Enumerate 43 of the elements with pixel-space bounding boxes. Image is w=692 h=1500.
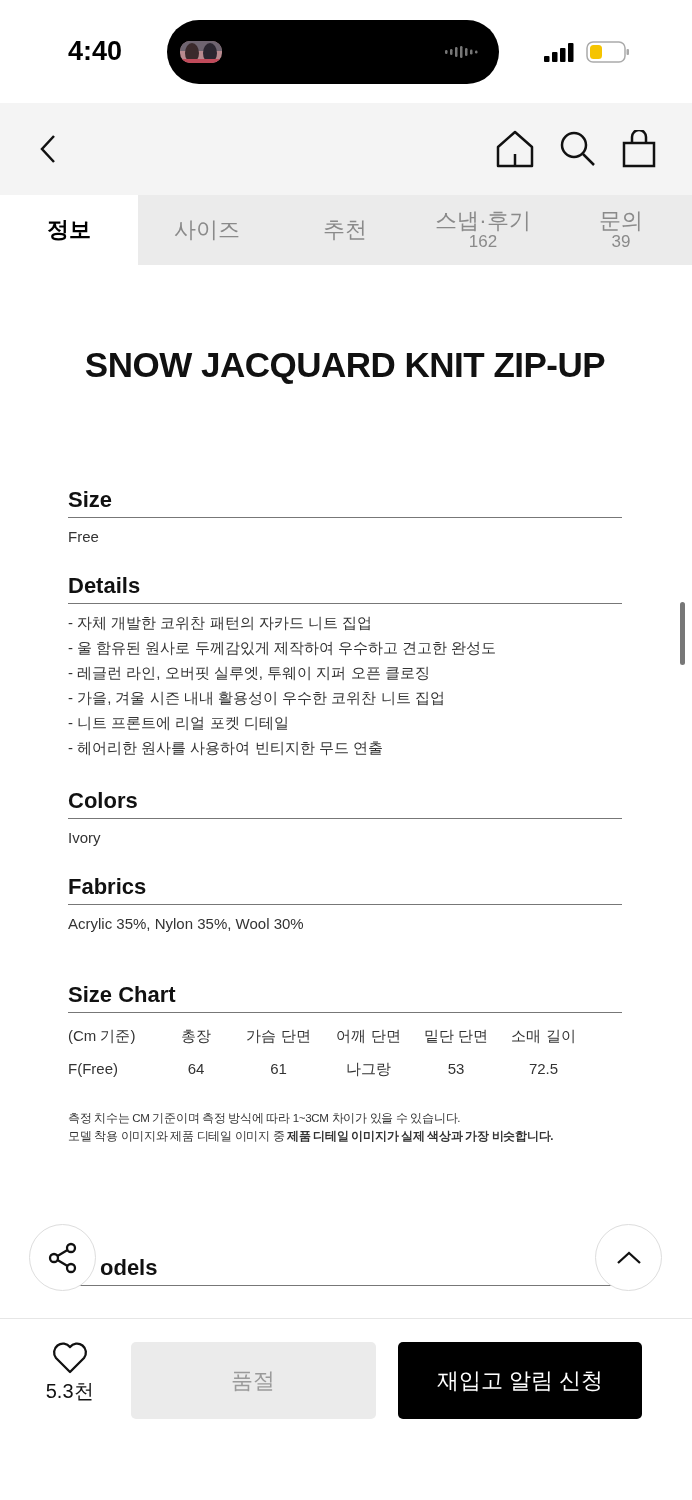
status-time: 4:40 xyxy=(68,36,123,67)
detail-item: - 자체 개발한 코위찬 패턴의 자카드 니트 집업 xyxy=(68,613,374,633)
signal-icon xyxy=(544,41,576,62)
table-cell-text: 나그랑 xyxy=(345,1060,392,1079)
section-heading: Size Chart xyxy=(68,982,622,1013)
column-header: 소매 길이 xyxy=(510,1027,577,1046)
section-heading: Fabrics xyxy=(68,874,622,905)
note-text: 모델 착용 이미지와 제품 디테일 이미지 중 제품 디테일 이미지가 실제 색상과 가장 비슷합니다. xyxy=(68,1129,555,1144)
search-icon[interactable] xyxy=(560,131,596,167)
home-icon[interactable] xyxy=(496,130,534,168)
heart-icon[interactable] xyxy=(51,1342,88,1374)
product-title: SNOW JACQUARD KNIT ZIP-UP xyxy=(83,345,607,385)
restock-button[interactable]: 재입고 알림 신청 xyxy=(397,1342,642,1419)
table-cell-text: 64 xyxy=(186,1060,206,1079)
detail-item: - 가을, 겨울 시즌 내내 활용성이 우수한 코위찬 니트 집업 xyxy=(68,688,446,708)
chevron-up-icon xyxy=(615,1250,642,1265)
column-header: 총장 xyxy=(180,1027,212,1046)
share-icon xyxy=(46,1241,79,1274)
detail-item: - 레글런 라인, 오버핏 실루엣, 투웨이 지퍼 오픈 클로징 xyxy=(68,663,431,683)
section-heading: Details xyxy=(68,573,622,604)
table-cell-text: 61 xyxy=(269,1060,288,1079)
body-text: Acrylic 35%, Nylon 35%, Wool 30% xyxy=(68,915,305,932)
table-cell-text: 72.5 xyxy=(527,1060,560,1079)
section-heading: Colors xyxy=(68,788,622,819)
column-header: (Cm 기준) xyxy=(68,1027,137,1046)
scrollbar xyxy=(680,602,685,665)
tab[interactable]: 정보 xyxy=(0,195,138,265)
back-icon[interactable] xyxy=(38,134,58,164)
table-cell-text: F(Free) xyxy=(68,1060,119,1079)
column-header: 어깨 단면 xyxy=(335,1027,402,1046)
body-text: Free xyxy=(68,528,100,545)
like-count: 5.3천 xyxy=(45,1379,94,1404)
detail-item: - 헤어리한 원사를 사용하여 빈티지한 무드 연출 xyxy=(68,738,384,758)
table-cell-text: 53 xyxy=(446,1060,466,1079)
note-text: 측정 치수는 CM 기준이며 측정 방식에 따라 1~3CM 차이가 있을 수 있습니다. xyxy=(68,1111,462,1126)
detail-item: - 니트 프론트에 리얼 포켓 디테일 xyxy=(68,713,290,733)
body-text: Ivory xyxy=(68,829,102,846)
column-header: 밑단 단면 xyxy=(422,1027,490,1046)
section-heading: Size xyxy=(68,487,622,518)
battery-icon xyxy=(586,40,630,63)
shopping-bag-icon[interactable] xyxy=(622,130,656,168)
column-header: 가슴 단면 xyxy=(245,1027,312,1046)
detail-item: - 울 함유된 원사로 두께감있게 제작하여 우수하고 견고한 완성도 xyxy=(68,638,498,658)
